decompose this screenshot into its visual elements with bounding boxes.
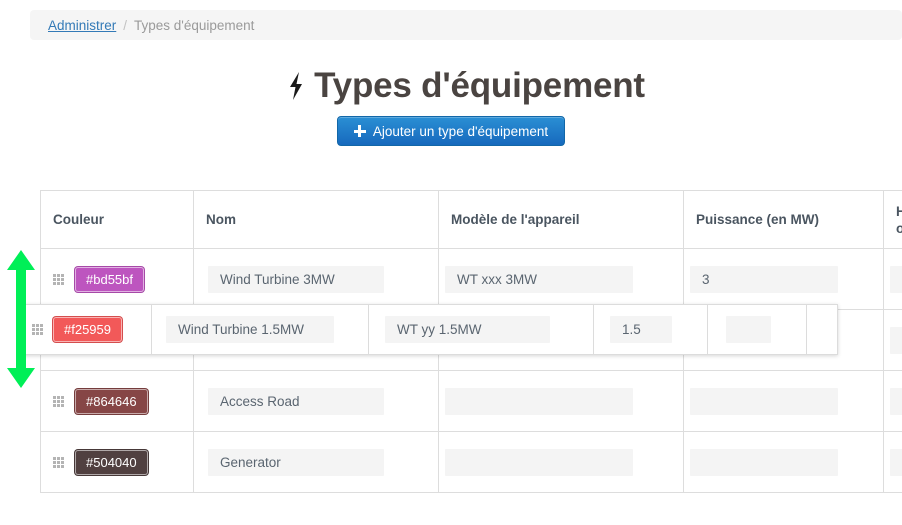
add-equipment-type-button[interactable]: Ajouter un type d'équipement — [337, 116, 565, 146]
vertical-double-arrow-icon — [4, 248, 38, 390]
color-swatch[interactable]: #864646 — [74, 388, 149, 415]
table-row[interactable]: #504040 Generator — [41, 432, 902, 493]
row-puissance-cell[interactable] — [684, 432, 884, 493]
row-extra-cell[interactable] — [884, 371, 902, 432]
modele-input[interactable]: WT xxx 3MW — [445, 266, 633, 293]
table-row[interactable]: #864646 Access Road — [41, 371, 902, 432]
breadcrumb-separator: / — [123, 18, 127, 33]
modele-input[interactable] — [445, 449, 633, 476]
color-swatch[interactable]: #504040 — [74, 449, 149, 476]
color-swatch[interactable]: #bd55bf — [74, 266, 145, 293]
hauteur-input[interactable] — [890, 327, 902, 354]
column-header-nom[interactable]: Nom — [194, 191, 439, 249]
row-extra-cell[interactable] — [884, 310, 902, 371]
plus-icon — [354, 125, 366, 137]
puissance-input[interactable]: 1.5 — [610, 316, 672, 343]
nom-input[interactable]: Wind Turbine 3MW — [208, 266, 384, 293]
drag-handle-icon[interactable] — [53, 396, 64, 407]
table-header: Couleur Nom Modèle de l'appareil Puissan… — [41, 191, 902, 249]
drag-handle-icon[interactable] — [53, 457, 64, 468]
row-color-cell[interactable]: #bd55bf — [41, 249, 194, 310]
nom-input[interactable]: Access Road — [208, 388, 384, 415]
dragged-row-color-cell[interactable]: #f25959 — [21, 304, 152, 355]
dragged-row-modele-cell[interactable]: WT yy 1.5MW — [368, 304, 594, 355]
breadcrumb-current: Types d'équipement — [134, 18, 254, 33]
dragged-table-row[interactable]: #f25959 Wind Turbine 1.5MW WT yy 1.5MW 1… — [22, 304, 838, 355]
puissance-input[interactable] — [690, 388, 838, 415]
row-modele-cell[interactable] — [439, 371, 684, 432]
hauteur-input[interactable] — [726, 316, 771, 343]
puissance-input[interactable] — [690, 449, 838, 476]
hauteur-input[interactable] — [890, 266, 902, 293]
column-header-hauteur-line2: op — [896, 221, 902, 236]
add-equipment-type-label: Ajouter un type d'équipement — [373, 124, 548, 139]
dragged-row-puissance-cell[interactable]: 1.5 — [593, 304, 708, 355]
title-row: Types d'équipement — [257, 66, 645, 106]
modele-input[interactable] — [445, 388, 633, 415]
row-nom-cell[interactable]: Wind Turbine 3MW — [194, 249, 439, 310]
row-puissance-cell[interactable]: 3 — [684, 249, 884, 310]
dragged-row-tail-cell — [806, 304, 838, 355]
puissance-input[interactable]: 3 — [690, 266, 838, 293]
column-header-puissance[interactable]: Puissance (en MW) — [684, 191, 884, 249]
hauteur-input[interactable] — [890, 388, 902, 415]
breadcrumb-link-administrer[interactable]: Administrer — [48, 18, 116, 33]
row-nom-cell[interactable]: Generator — [194, 432, 439, 493]
table-header-row: Couleur Nom Modèle de l'appareil Puissan… — [41, 191, 902, 249]
row-color-cell[interactable]: #504040 — [41, 432, 194, 493]
row-extra-cell[interactable] — [884, 432, 902, 493]
page-title: Types d'équipement — [314, 66, 645, 106]
table-row[interactable]: #bd55bf Wind Turbine 3MW WT xxx 3MW 3 — [41, 249, 902, 310]
row-modele-cell[interactable] — [439, 432, 684, 493]
drag-handle-icon[interactable] — [53, 274, 64, 285]
row-extra-cell[interactable] — [884, 249, 902, 310]
color-swatch[interactable]: #f25959 — [52, 316, 123, 343]
dragged-row-nom-cell[interactable]: Wind Turbine 1.5MW — [151, 304, 369, 355]
page-root: Administrer / Types d'équipement Types d… — [0, 0, 902, 525]
hauteur-input[interactable] — [890, 449, 902, 476]
row-puissance-cell[interactable] — [684, 371, 884, 432]
row-nom-cell[interactable]: Access Road — [194, 371, 439, 432]
row-modele-cell[interactable]: WT xxx 3MW — [439, 249, 684, 310]
lightning-bolt-icon — [287, 72, 305, 100]
column-header-hauteur[interactable]: Ha op — [884, 191, 902, 249]
breadcrumb: Administrer / Types d'équipement — [30, 10, 902, 40]
row-color-cell[interactable]: #864646 — [41, 371, 194, 432]
page-header: Types d'équipement Ajouter un type d'équ… — [0, 66, 902, 146]
column-header-hauteur-line1: Ha — [896, 204, 902, 219]
nom-input[interactable]: Wind Turbine 1.5MW — [166, 316, 334, 343]
column-header-couleur[interactable]: Couleur — [41, 191, 194, 249]
nom-input[interactable]: Generator — [208, 449, 384, 476]
modele-input[interactable]: WT yy 1.5MW — [385, 316, 550, 343]
table-body: #bd55bfWind Turbine 3MWWT xxx 3MW3#ed6c0… — [41, 249, 902, 493]
dragged-row-extra-cell[interactable] — [707, 304, 807, 355]
column-header-modele[interactable]: Modèle de l'appareil — [439, 191, 684, 249]
